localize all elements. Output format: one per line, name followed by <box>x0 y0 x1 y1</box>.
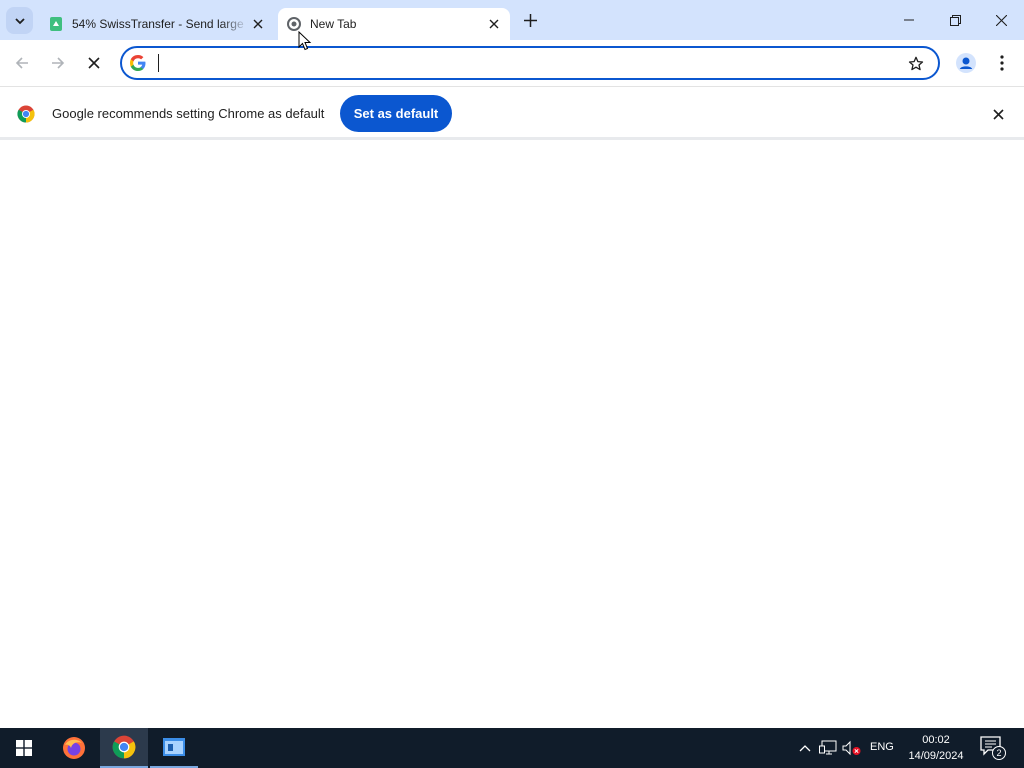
mouse-cursor-icon <box>298 31 312 51</box>
default-browser-infobar: Google recommends setting Chrome as defa… <box>0 86 1024 140</box>
back-icon <box>15 57 28 69</box>
close-window-button[interactable] <box>978 0 1024 40</box>
infobar-message: Google recommends setting Chrome as defa… <box>52 106 325 121</box>
tab-strip: 54% SwissTransfer - Send large files New… <box>0 0 1024 40</box>
windows-taskbar: ENG 00:02 14/09/2024 2 <box>0 728 1024 768</box>
restore-icon <box>949 14 961 26</box>
back-button[interactable] <box>8 49 36 77</box>
tab-swisstransfer[interactable]: 54% SwissTransfer - Send large files <box>40 8 274 40</box>
plus-icon <box>523 13 537 27</box>
firefox-icon <box>63 737 85 759</box>
page-content <box>0 143 1024 728</box>
swisstransfer-favicon <box>48 16 64 32</box>
close-icon <box>992 108 1004 120</box>
language-indicator[interactable]: ENG <box>870 741 894 753</box>
clock-time: 00:02 <box>922 734 950 746</box>
profile-button[interactable] <box>952 49 980 77</box>
kebab-menu-icon <box>1000 55 1004 71</box>
chevron-up-icon <box>799 745 811 752</box>
chevron-down-icon <box>14 17 25 24</box>
notification-center-button[interactable]: 2 <box>980 736 1006 760</box>
restore-button[interactable] <box>932 0 978 40</box>
stop-icon <box>88 57 100 69</box>
tab-title: New Tab <box>310 17 357 31</box>
close-icon[interactable] <box>248 14 268 34</box>
volume-tray[interactable] <box>842 738 862 758</box>
taskbar-app[interactable] <box>150 728 198 768</box>
chrome-icon <box>112 735 136 759</box>
taskbar-chrome[interactable] <box>100 728 148 768</box>
forward-icon <box>52 57 65 69</box>
show-hidden-icons[interactable] <box>795 738 815 758</box>
toolbar <box>0 40 1024 86</box>
clock[interactable]: 00:02 14/09/2024 <box>900 732 972 764</box>
loading-favicon <box>286 16 302 32</box>
taskbar-firefox[interactable] <box>50 728 98 768</box>
infobar-close-button[interactable] <box>988 104 1008 124</box>
windows-start-icon <box>16 740 32 756</box>
network-tray[interactable] <box>818 738 838 758</box>
text-caret <box>158 54 159 72</box>
chrome-logo-icon <box>17 105 35 123</box>
clock-date: 14/09/2024 <box>908 750 964 762</box>
tab-title: 54% SwissTransfer - Send large files <box>72 17 248 31</box>
profile-icon <box>956 53 976 73</box>
notification-count-badge: 2 <box>992 746 1006 760</box>
bookmark-button[interactable] <box>906 54 926 74</box>
forward-button[interactable] <box>44 49 72 77</box>
start-button[interactable] <box>0 728 48 768</box>
stop-button[interactable] <box>80 49 108 77</box>
tab-search-button[interactable] <box>6 7 33 34</box>
set-as-default-button[interactable]: Set as default <box>340 95 452 132</box>
omnibox-input[interactable] <box>156 53 896 73</box>
close-icon <box>995 14 1007 26</box>
close-icon[interactable] <box>484 14 504 34</box>
app-icon <box>163 738 185 756</box>
tab-new-tab[interactable]: New Tab <box>278 8 510 40</box>
star-icon <box>908 56 924 71</box>
minimize-icon <box>904 19 914 21</box>
network-icon <box>819 740 837 755</box>
menu-button[interactable] <box>988 49 1016 77</box>
minimize-button[interactable] <box>886 0 932 40</box>
address-bar[interactable] <box>120 46 940 80</box>
new-tab-button[interactable] <box>518 8 542 32</box>
google-g-icon <box>130 55 146 71</box>
volume-muted-icon <box>842 740 861 756</box>
